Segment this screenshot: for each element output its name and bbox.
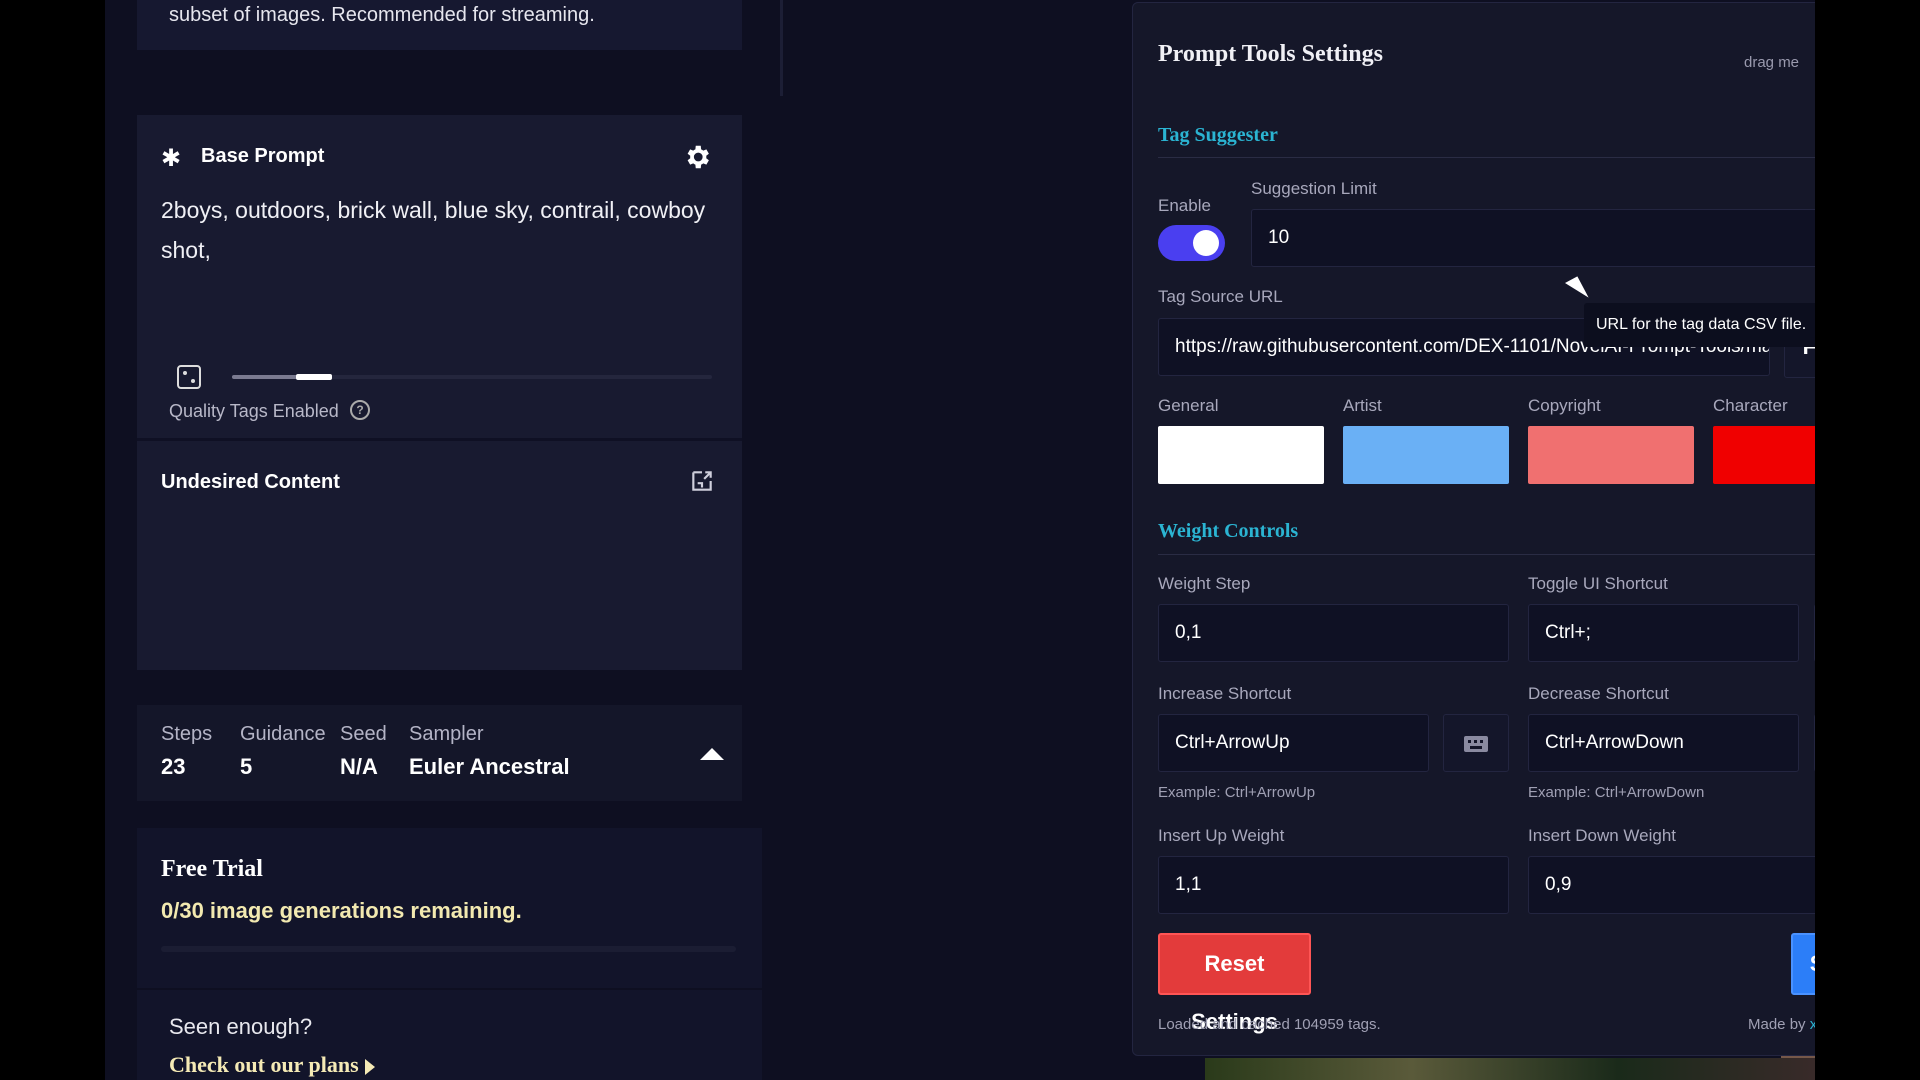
decrease-shortcut-label: Decrease Shortcut: [1528, 684, 1669, 703]
param-value: 5: [240, 754, 253, 779]
divider: [1158, 554, 1815, 555]
dice-icon[interactable]: [177, 365, 201, 389]
color-label-general: General: [1158, 396, 1219, 415]
top-note-text: subset of images. Recommended for stream…: [169, 4, 595, 26]
param-steps: Steps 23: [161, 723, 212, 780]
enable-label: Enable: [1158, 196, 1211, 215]
sparkle-icon: ✱: [161, 145, 182, 172]
weight-step-label: Weight Step: [1158, 574, 1251, 593]
toggle-ui-shortcut-input[interactable]: Ctrl+;: [1528, 604, 1799, 662]
made-by-prefix: Made by: [1748, 1016, 1806, 1033]
section-tag-suggester: Tag Suggester: [1158, 124, 1278, 146]
expand-icon[interactable]: [689, 468, 715, 494]
increase-shortcut-label: Increase Shortcut: [1158, 684, 1292, 703]
insert-down-weight-input[interactable]: 0,9: [1528, 856, 1815, 914]
section-weight-controls: Weight Controls: [1158, 520, 1299, 542]
decrease-shortcut-input[interactable]: Ctrl+ArrowDown: [1528, 714, 1799, 772]
base-prompt-text[interactable]: 2boys, outdoors, brick wall, blue sky, c…: [161, 190, 721, 270]
drag-handle[interactable]: drag me: [1744, 54, 1799, 71]
increase-shortcut-input[interactable]: Ctrl+ArrowUp: [1158, 714, 1429, 772]
color-swatch-general[interactable]: [1158, 426, 1324, 484]
made-by: Made by x1101: [1748, 1016, 1815, 1033]
background-image-bottom: [1205, 1058, 1815, 1080]
base-prompt-card: ✱ Base Prompt 2boys, outdoors, brick wal…: [137, 115, 742, 670]
trial-progress-bar: [161, 946, 736, 952]
color-label-artist: Artist: [1343, 396, 1382, 415]
undesired-content-title: Undesired Content: [161, 471, 340, 493]
param-value: Euler Ancestral: [409, 754, 570, 779]
param-seed: Seed N/A: [340, 723, 387, 780]
divider: [1158, 157, 1815, 158]
increase-example: Example: Ctrl+ArrowUp: [1158, 784, 1316, 801]
color-swatch-character[interactable]: [1713, 426, 1815, 484]
param-label: Guidance: [240, 723, 326, 745]
color-label-character: Character: [1713, 396, 1788, 415]
cursor-icon: [1565, 276, 1589, 305]
chevron-up-icon[interactable]: [700, 748, 724, 760]
status-text: Loaded and cached 104959 tags.: [1158, 1016, 1381, 1033]
param-label: Sampler: [409, 723, 484, 745]
left-scrollbar[interactable]: [780, 0, 783, 96]
arrow-right-icon: [364, 1058, 375, 1075]
base-prompt-title: Base Prompt: [201, 145, 325, 167]
insert-up-weight-label: Insert Up Weight: [1158, 826, 1285, 845]
param-value: N/A: [340, 754, 378, 779]
decrease-example: Example: Ctrl+ArrowDown: [1528, 784, 1705, 801]
keyboard-icon[interactable]: [1443, 714, 1509, 772]
save-button[interactable]: Save: [1791, 933, 1815, 995]
suggestion-limit-label: Suggestion Limit: [1251, 179, 1377, 198]
param-guidance: Guidance 5: [240, 723, 326, 780]
color-swatch-copyright[interactable]: [1528, 426, 1694, 484]
divider: [137, 438, 742, 441]
toggle-ui-shortcut-label: Toggle UI Shortcut: [1528, 574, 1668, 593]
param-label: Steps: [161, 723, 213, 745]
keyboard-icon[interactable]: [1814, 714, 1815, 772]
insert-up-weight-input[interactable]: 1,1: [1158, 856, 1509, 914]
help-icon[interactable]: ?: [350, 400, 370, 420]
weight-step-input[interactable]: 0,1: [1158, 604, 1509, 662]
param-value: 23: [161, 754, 186, 779]
param-label: Seed: [340, 723, 387, 745]
param-sampler: Sampler Euler Ancestral: [409, 723, 570, 780]
prompt-tools-settings-modal: Prompt Tools Settings drag me Tag Sugges…: [1132, 2, 1815, 1056]
enable-toggle[interactable]: [1158, 225, 1225, 261]
slider-thumb[interactable]: [295, 374, 332, 380]
reset-settings-button[interactable]: Reset Settings: [1158, 933, 1311, 1034]
insert-down-weight-label: Insert Down Weight: [1528, 826, 1677, 845]
tag-source-label: Tag Source URL: [1158, 287, 1283, 306]
gear-icon[interactable]: [682, 142, 712, 172]
top-note-card: subset of images. Recommended for stream…: [137, 0, 742, 50]
author-link[interactable]: x1101: [1810, 1016, 1815, 1033]
plans-card: Seen enough? Check out our plans: [137, 990, 762, 1080]
quality-tags-label: Quality Tags Enabled: [169, 401, 339, 421]
color-label-copyright: Copyright: [1528, 396, 1601, 415]
plans-link[interactable]: Check out our plans: [169, 1052, 375, 1078]
tooltip: URL for the tag data CSV file.: [1584, 303, 1815, 347]
modal-title: Prompt Tools Settings: [1158, 41, 1383, 67]
free-trial-card: Free Trial 0/30 image generations remain…: [137, 828, 762, 988]
free-trial-remaining: 0/30 image generations remaining.: [161, 898, 522, 923]
toggle-knob: [1193, 230, 1219, 256]
suggestion-limit-input[interactable]: 10: [1251, 209, 1815, 267]
free-trial-title: Free Trial: [161, 856, 263, 882]
app-canvas: subset of images. Recommended for stream…: [105, 0, 1815, 1080]
plans-link-label: Check out our plans: [169, 1052, 359, 1077]
seen-enough-text: Seen enough?: [169, 1014, 313, 1039]
quality-slider[interactable]: [232, 374, 712, 380]
color-swatch-artist[interactable]: [1343, 426, 1509, 484]
generation-params: Steps 23 Guidance 5 Seed N/A Sampler Eul…: [137, 705, 742, 801]
keyboard-icon[interactable]: [1814, 604, 1815, 662]
